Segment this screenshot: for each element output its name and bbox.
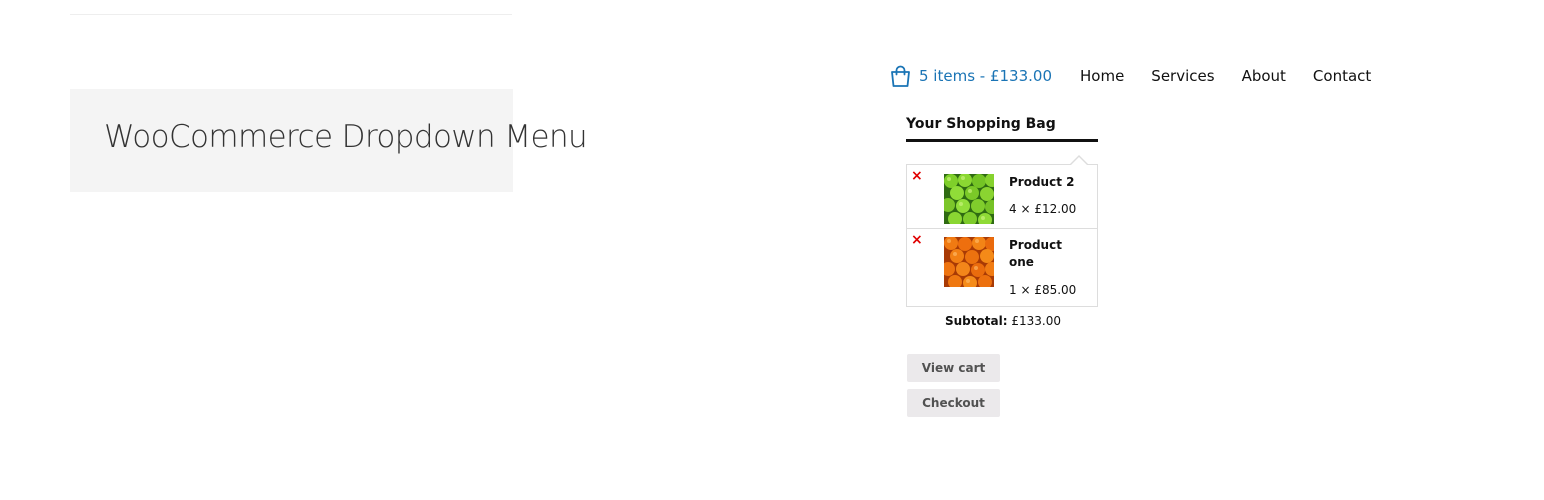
nav-about[interactable]: About: [1242, 67, 1286, 85]
shopping-bag-heading: Your Shopping Bag: [906, 116, 1056, 132]
nav-contact[interactable]: Contact: [1313, 67, 1371, 85]
main-nav: 5 items - £133.00 Home Services About Co…: [890, 63, 1371, 89]
dropdown-arrow-fill: [1070, 157, 1088, 166]
subtotal-value: £133.00: [1011, 314, 1061, 328]
checkout-button[interactable]: Checkout: [907, 389, 1000, 417]
cart-item: × Product one 1 × £85.00: [907, 229, 1097, 306]
remove-icon[interactable]: ×: [911, 168, 923, 184]
remove-icon[interactable]: ×: [911, 232, 923, 248]
cart-link[interactable]: 5 items - £133.00: [890, 65, 1052, 87]
shopping-bag-icon: [891, 65, 910, 87]
nav-home[interactable]: Home: [1080, 67, 1124, 85]
view-cart-button[interactable]: View cart: [907, 354, 1000, 382]
product-quantity-price: 4 × £12.00: [1009, 202, 1077, 216]
cart-dropdown: × Product 2 4 × £12.00 × Product one 1 ×…: [906, 164, 1098, 307]
subtotal-label: Subtotal:: [945, 314, 1008, 328]
page-title: WooCommerce Dropdown Menu: [104, 119, 588, 155]
product-name[interactable]: Product one: [1009, 237, 1089, 271]
nav-services[interactable]: Services: [1151, 67, 1214, 85]
cart-summary: 5 items - £133.00: [919, 67, 1052, 85]
top-divider: [70, 14, 512, 15]
product-name[interactable]: Product 2: [1009, 174, 1089, 191]
cart-subtotal: Subtotal: £133.00: [945, 314, 1061, 328]
cart-item: × Product 2 4 × £12.00: [907, 165, 1097, 229]
product-quantity-price: 1 × £85.00: [1009, 283, 1077, 297]
heading-underline: [906, 139, 1098, 142]
product-thumbnail-oranges[interactable]: [944, 237, 994, 287]
product-thumbnail-green-apples[interactable]: [944, 174, 994, 224]
